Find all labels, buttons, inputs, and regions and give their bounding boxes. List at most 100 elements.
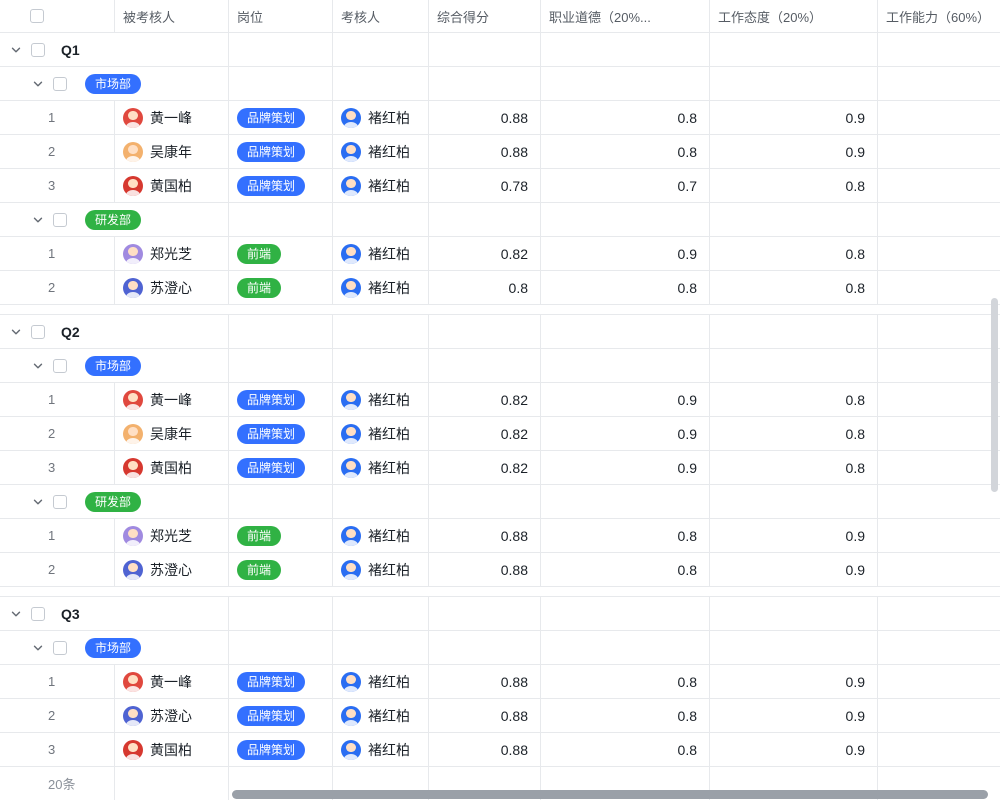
row-index-cell[interactable]: 2 [0,271,115,304]
row-index-cell[interactable]: 1 [0,237,115,270]
row-index-cell[interactable]: 1 [0,101,115,134]
position-cell[interactable]: 品牌策划 [229,451,333,484]
assessee-cell[interactable]: 郑光芝 [115,237,229,270]
assessor-cell[interactable]: 褚红柏 [333,135,429,168]
ethics-cell[interactable]: 0.8 [541,271,710,304]
score-cell[interactable]: 0.8 [429,271,541,304]
chevron-down-icon[interactable] [31,77,45,91]
ability-cell[interactable] [878,101,1000,134]
position-cell[interactable]: 前端 [229,519,333,552]
assessee-cell[interactable]: 黄国柏 [115,169,229,202]
position-cell[interactable]: 品牌策划 [229,135,333,168]
group-checkbox[interactable] [53,495,67,509]
assessor-cell[interactable]: 褚红柏 [333,101,429,134]
select-all-cell[interactable] [0,0,115,32]
assessor-cell[interactable]: 褚红柏 [333,699,429,732]
assessor-cell[interactable]: 褚红柏 [333,237,429,270]
assessee-cell[interactable]: 郑光芝 [115,519,229,552]
group-checkbox[interactable] [31,607,45,621]
score-cell[interactable]: 0.82 [429,451,541,484]
row-index-cell[interactable]: 3 [0,733,115,766]
column-header-4[interactable]: 综合得分 [429,0,541,32]
ability-cell[interactable] [878,733,1000,766]
ability-cell[interactable] [878,451,1000,484]
ethics-cell[interactable]: 0.8 [541,553,710,586]
row-index-cell[interactable]: 2 [0,699,115,732]
department-cell[interactable]: 研发部 [0,203,229,236]
ethics-cell[interactable]: 0.7 [541,169,710,202]
attitude-cell[interactable]: 0.9 [710,553,878,586]
ethics-cell[interactable]: 0.8 [541,135,710,168]
horizontal-scrollbar-thumb[interactable] [232,790,988,799]
score-cell[interactable]: 0.88 [429,135,541,168]
ability-cell[interactable] [878,519,1000,552]
chevron-down-icon[interactable] [31,495,45,509]
chevron-down-icon[interactable] [31,641,45,655]
ability-cell[interactable] [878,271,1000,304]
score-cell[interactable]: 0.88 [429,553,541,586]
group-checkbox[interactable] [53,641,67,655]
assessor-cell[interactable]: 褚红柏 [333,271,429,304]
assessor-cell[interactable]: 褚红柏 [333,169,429,202]
assessee-cell[interactable]: 黄国柏 [115,733,229,766]
position-cell[interactable]: 品牌策划 [229,101,333,134]
department-cell[interactable]: 市场部 [0,67,229,100]
assessee-cell[interactable]: 吴康年 [115,135,229,168]
position-cell[interactable]: 品牌策划 [229,383,333,416]
group-checkbox[interactable] [31,43,45,57]
chevron-down-icon[interactable] [9,607,23,621]
ethics-cell[interactable]: 0.8 [541,519,710,552]
row-index-cell[interactable]: 1 [0,519,115,552]
score-cell[interactable]: 0.88 [429,519,541,552]
ethics-cell[interactable]: 0.9 [541,237,710,270]
ability-cell[interactable] [878,699,1000,732]
position-cell[interactable]: 前端 [229,237,333,270]
position-cell[interactable]: 品牌策划 [229,169,333,202]
assessee-cell[interactable]: 黄国柏 [115,451,229,484]
assessor-cell[interactable]: 褚红柏 [333,665,429,698]
attitude-cell[interactable]: 0.9 [710,665,878,698]
assessee-cell[interactable]: 苏澄心 [115,699,229,732]
ability-cell[interactable] [878,237,1000,270]
department-cell[interactable]: 市场部 [0,349,229,382]
ability-cell[interactable] [878,553,1000,586]
ethics-cell[interactable]: 0.9 [541,383,710,416]
column-header-1[interactable]: 被考核人 [115,0,229,32]
row-index-cell[interactable]: 2 [0,553,115,586]
position-cell[interactable]: 前端 [229,553,333,586]
attitude-cell[interactable]: 0.8 [710,271,878,304]
select-all-checkbox[interactable] [30,9,44,23]
assessor-cell[interactable]: 褚红柏 [333,417,429,450]
assessee-cell[interactable]: 苏澄心 [115,553,229,586]
row-index-cell[interactable]: 3 [0,451,115,484]
attitude-cell[interactable]: 0.8 [710,169,878,202]
row-index-cell[interactable]: 1 [0,383,115,416]
position-cell[interactable]: 品牌策划 [229,733,333,766]
assessor-cell[interactable]: 褚红柏 [333,733,429,766]
column-header-6[interactable]: 工作态度（20%） [710,0,878,32]
ability-cell[interactable] [878,169,1000,202]
quarter-cell[interactable]: Q1 [0,33,229,66]
ability-cell[interactable] [878,135,1000,168]
column-header-2[interactable]: 岗位 [229,0,333,32]
assessor-cell[interactable]: 褚红柏 [333,553,429,586]
assessee-cell[interactable]: 黄一峰 [115,101,229,134]
row-index-cell[interactable]: 3 [0,169,115,202]
assessee-cell[interactable]: 吴康年 [115,417,229,450]
score-cell[interactable]: 0.82 [429,417,541,450]
attitude-cell[interactable]: 0.9 [710,733,878,766]
column-header-5[interactable]: 职业道德（20%... [541,0,710,32]
assessee-cell[interactable]: 苏澄心 [115,271,229,304]
attitude-cell[interactable]: 0.8 [710,417,878,450]
position-cell[interactable]: 品牌策划 [229,417,333,450]
attitude-cell[interactable]: 0.8 [710,237,878,270]
assessor-cell[interactable]: 褚红柏 [333,451,429,484]
ethics-cell[interactable]: 0.8 [541,101,710,134]
quarter-cell[interactable]: Q3 [0,597,229,630]
row-index-cell[interactable]: 2 [0,417,115,450]
ethics-cell[interactable]: 0.8 [541,699,710,732]
ability-cell[interactable] [878,417,1000,450]
attitude-cell[interactable]: 0.9 [710,699,878,732]
position-cell[interactable]: 品牌策划 [229,699,333,732]
column-header-7[interactable]: 工作能力（60%） [878,0,1000,32]
